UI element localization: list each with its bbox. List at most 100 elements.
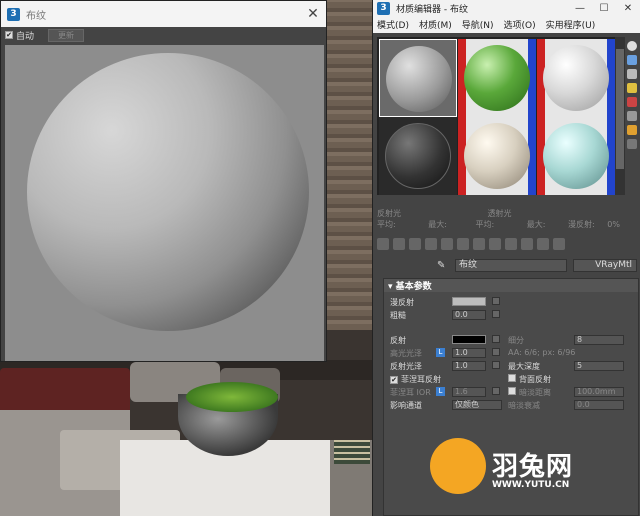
update-button[interactable]: 更新 [48,28,85,42]
diffuse-info-value: 0% [607,220,620,229]
basic-parameters-rollout[interactable]: ▾ 基本参数 [384,279,638,292]
slot-sphere [464,45,530,111]
roughness-field[interactable]: 0.0 [452,310,486,320]
minimize-icon[interactable]: — [568,3,592,14]
lock-button[interactable]: L [436,348,445,357]
aa-info: AA: 6/6; px: 6/96 [508,348,576,357]
maximize-icon[interactable]: ☐ [592,3,616,14]
back-reflect-label: 背面反射 [519,375,551,384]
subdivs-field[interactable]: 8 [574,335,624,345]
dim-distance-label: 暗淡距离 [519,388,551,397]
subdivs-label: 细分 [508,336,524,345]
diffuse-info-label: 漫反射: [568,220,595,229]
hilight-map-button[interactable] [492,348,500,356]
material-name-field[interactable]: 布纹 [455,258,567,272]
side-toolbar [625,37,639,187]
max-depth-field[interactable]: 5 [574,361,624,371]
slot-sphere [385,123,451,189]
rabbit-logo-icon [430,438,486,494]
background-icon[interactable] [627,69,637,79]
get-material-icon[interactable] [377,238,389,250]
scroll-thumb[interactable] [616,49,624,169]
material-slot-2[interactable] [458,39,536,117]
reset-map-icon[interactable] [425,238,437,250]
slot-sphere [464,123,530,189]
reflect-swatch[interactable] [452,335,486,344]
reflect-label: 反射光 [377,209,401,218]
make-unique-icon[interactable] [441,238,453,250]
preview-canvas[interactable] [5,45,324,361]
editor-title: 材质编辑器 - 布纹 [396,4,468,15]
menu-bar: 模式(D) 材质(M) 导航(N) 选项(O) 实用程序(U) [373,16,640,33]
fresnel-ior-field[interactable]: 1.6 [452,387,486,397]
roughness-map-button[interactable] [492,310,500,318]
watermark-url: WWW.YUTU.CN [492,480,570,490]
material-slot-5[interactable] [458,117,536,195]
show-end-result-icon[interactable] [505,238,517,250]
go-to-parent-icon[interactable] [521,238,533,250]
menu-utilities[interactable]: 实用程序(U) [546,18,596,31]
ior-map-button[interactable] [492,387,500,395]
reflect-label: 反射 [390,336,406,345]
slots-scrollbar[interactable] [615,37,625,195]
go-forward-icon[interactable] [537,238,549,250]
preview-toolbar: ✔ 自动 更新 [1,27,326,43]
rollout-title: 基本参数 [395,282,432,292]
pick-from-object-icon[interactable] [553,238,565,250]
editor-titlebar[interactable]: 3 材质编辑器 - 布纹 — ☐ ✕ [373,0,640,16]
material-slot-4[interactable] [379,117,457,195]
menu-material[interactable]: 材质(M) [419,18,452,31]
put-to-library-icon[interactable] [457,238,469,250]
affect-channels-label: 影响通道 [390,401,422,410]
auto-label: 自动 [16,31,35,42]
lock-button-2[interactable]: L [436,387,445,396]
refract-label: 透射光 [487,209,512,218]
eyedropper-icon[interactable]: ✎ [437,260,451,271]
3dsmax-icon: 3 [7,7,20,21]
close-icon[interactable]: ✕ [616,3,640,14]
material-type-button[interactable]: VRayMtl [573,258,637,272]
dim-falloff-label: 暗淡衰减 [508,401,540,410]
preview-sphere [27,53,309,331]
material-slot-6[interactable] [537,117,615,195]
dim-distance-row[interactable]: 暗淡距离 [508,387,551,398]
make-preview-icon[interactable] [627,111,637,121]
menu-navigation[interactable]: 导航(N) [462,18,494,31]
dim-falloff-field[interactable]: 0.0 [574,400,624,410]
wall-texture [326,0,374,330]
auto-checkbox[interactable]: ✔ [5,31,13,39]
options-icon[interactable] [627,125,637,135]
assign-material-icon[interactable] [409,238,421,250]
menu-options[interactable]: 选项(O) [504,18,536,31]
diffuse-swatch[interactable] [452,297,486,306]
back-reflect-row[interactable]: 背面反射 [508,374,551,385]
moss-plant [186,382,278,412]
max-label: 最大: [428,220,447,229]
material-slot-1[interactable] [379,39,457,117]
hilight-gloss-label: 高光光泽 [390,349,422,358]
preview-titlebar[interactable]: 3 布纹 ✕ [1,1,326,27]
editor-toolbar [377,236,639,252]
close-icon[interactable]: ✕ [300,6,326,22]
hilight-gloss-field[interactable]: 1.0 [452,348,486,358]
diffuse-map-button[interactable] [492,297,500,305]
refl-gloss-map-button[interactable] [492,361,500,369]
uv-tiling-icon[interactable] [627,83,637,93]
material-preview-window: 3 布纹 ✕ ✔ 自动 更新 [0,0,327,362]
material-id-icon[interactable] [473,238,485,250]
backlight-icon[interactable] [627,55,637,65]
video-color-icon[interactable] [627,97,637,107]
reflect-map-button[interactable] [492,335,500,343]
avg-label: 平均: [377,220,396,229]
fresnel-row[interactable]: ✔ 菲涅耳反射 [390,374,441,385]
refl-gloss-field[interactable]: 1.0 [452,361,486,371]
select-by-material-icon[interactable] [627,139,637,149]
show-map-icon[interactable] [489,238,501,250]
material-slot-3[interactable] [537,39,615,117]
put-to-scene-icon[interactable] [393,238,405,250]
watermark-logo: 羽兔网 WWW.YUTU.CN [430,434,580,498]
menu-mode[interactable]: 模式(D) [377,18,409,31]
affect-channels-dropdown[interactable]: 仅颜色 [452,400,502,410]
dim-distance-field[interactable]: 100.0mm [574,387,624,397]
sample-type-icon[interactable] [627,41,637,51]
